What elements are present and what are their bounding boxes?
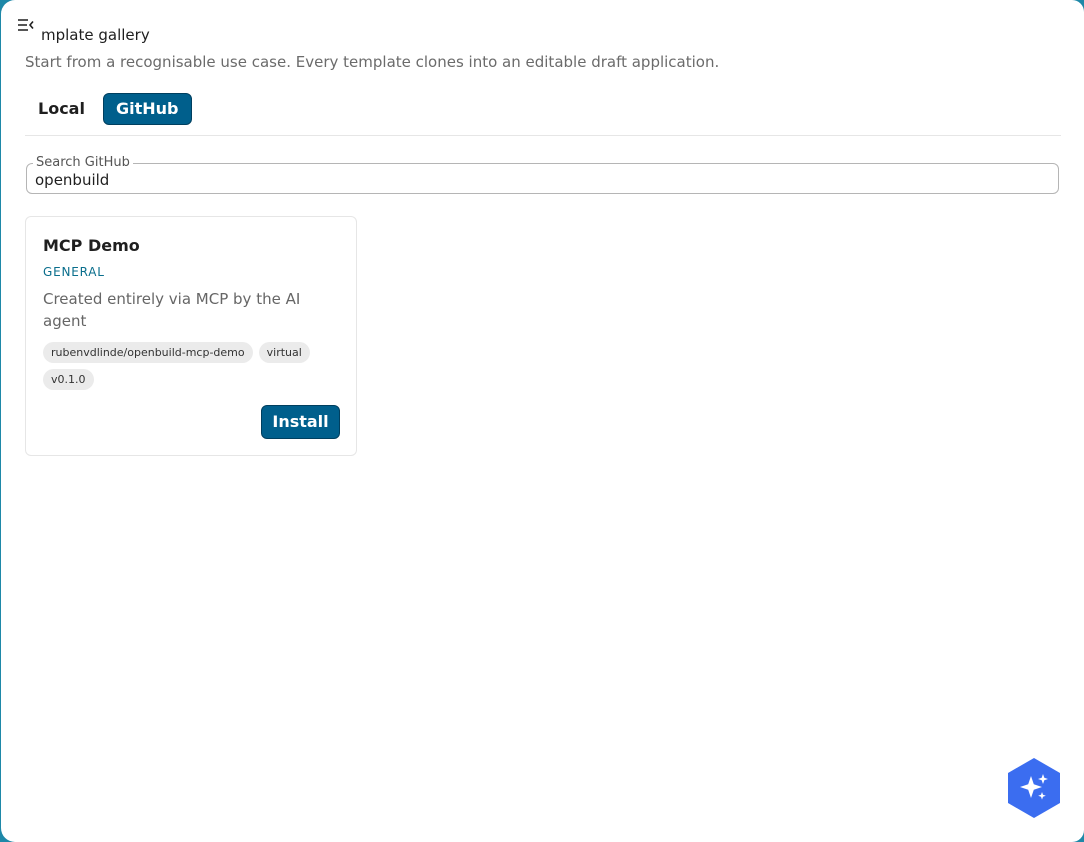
tab-github[interactable]: GitHub [103,93,192,125]
install-button[interactable]: Install [261,405,340,439]
version-tag: v0.1.0 [43,369,94,390]
search-label: Search GitHub [33,155,133,171]
template-title: MCP Demo [43,236,140,255]
source-tabs: Local GitHub [25,93,1061,136]
template-card: MCP Demo GENERAL Created entirely via MC… [25,216,357,456]
app-window: mplate gallery Start from a recognisable… [1,0,1084,842]
menu-collapse-icon[interactable] [17,16,35,34]
template-tags: rubenvdlinde/openbuild-mcp-demo virtual … [43,342,343,390]
template-description: Created entirely via MCP by the AI agent [43,290,301,330]
ai-assistant-button[interactable] [1008,758,1060,818]
type-tag: virtual [258,342,310,363]
repo-tag: rubenvdlinde/openbuild-mcp-demo [43,342,253,363]
template-category: GENERAL [43,265,105,279]
page-title: mplate gallery [41,26,150,44]
sparkles-icon [1008,758,1060,818]
search-field: Search GitHub [26,155,1059,194]
search-input[interactable] [35,170,1045,190]
page-subtitle: Start from a recognisable use case. Ever… [25,53,720,71]
tab-local[interactable]: Local [26,93,97,125]
